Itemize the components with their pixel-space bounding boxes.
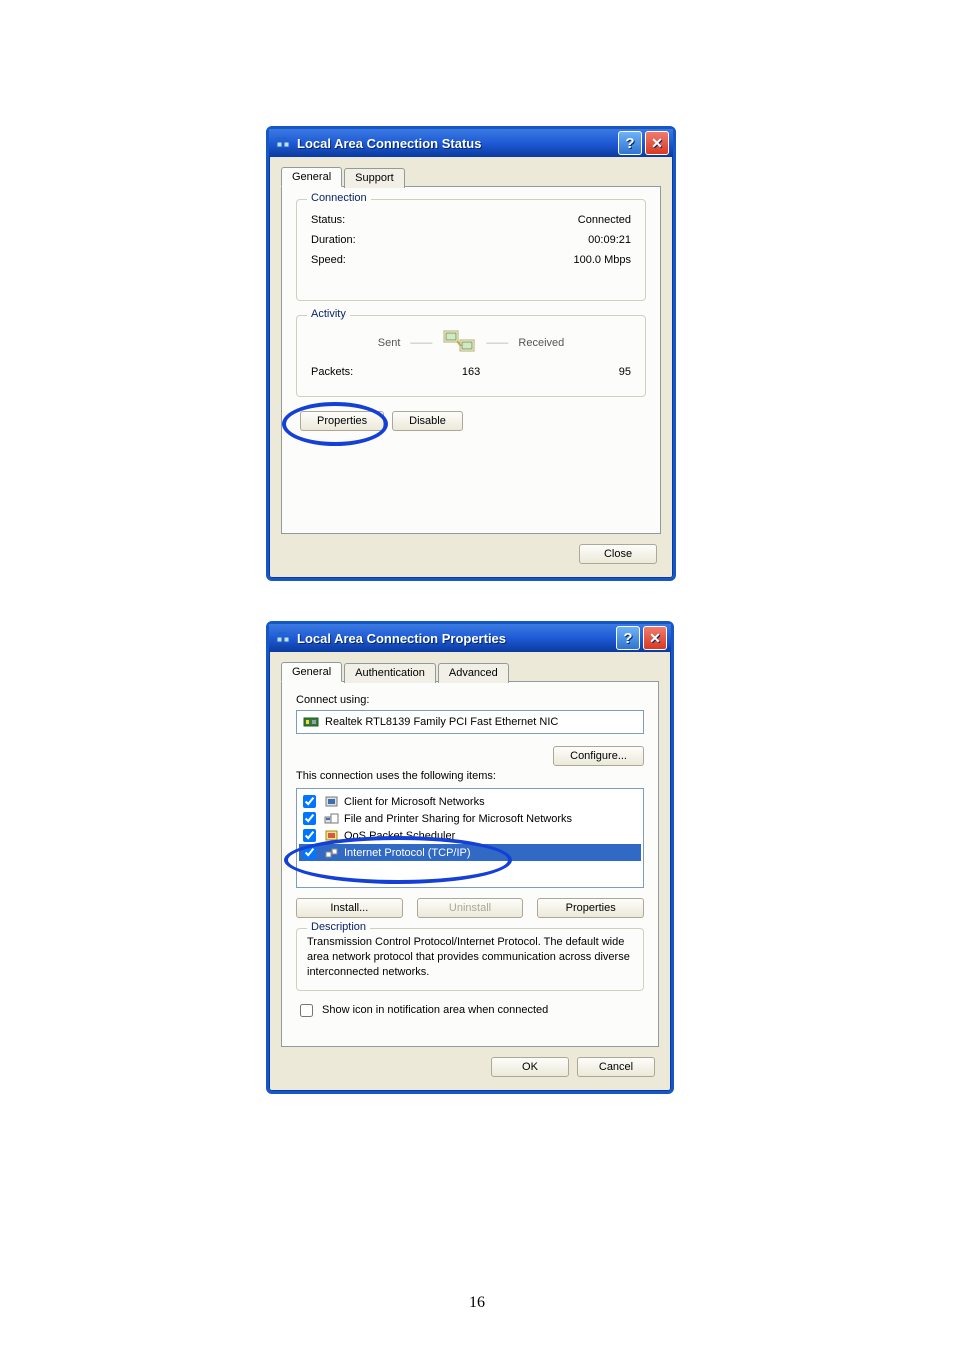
show-icon-checkbox[interactable]: [300, 1004, 313, 1017]
properties-dialog: Local Area Connection Properties ? ✕ Gen…: [266, 621, 674, 1094]
qos-icon: [323, 828, 339, 843]
status-value: Connected: [578, 214, 631, 226]
disable-button[interactable]: Disable: [392, 411, 463, 431]
item-label: QoS Packet Scheduler: [344, 830, 455, 842]
item-properties-button[interactable]: Properties: [537, 898, 644, 918]
cancel-button[interactable]: Cancel: [577, 1057, 655, 1077]
item-label: Client for Microsoft Networks: [344, 796, 485, 808]
description-group: Description Transmission Control Protoco…: [296, 928, 644, 991]
dash-left-icon: ——: [410, 337, 432, 349]
connection-icon: [275, 630, 291, 646]
list-item: File and Printer Sharing for Microsoft N…: [299, 810, 641, 827]
help-button[interactable]: ?: [616, 626, 640, 650]
uninstall-button: Uninstall: [417, 898, 524, 918]
connection-icon: [275, 135, 291, 151]
client-icon: [323, 794, 339, 809]
adapter-name: Realtek RTL8139 Family PCI Fast Ethernet…: [325, 716, 558, 728]
status-title: Local Area Connection Status: [297, 136, 481, 151]
item-label: File and Printer Sharing for Microsoft N…: [344, 813, 572, 825]
description-text: Transmission Control Protocol/Internet P…: [307, 935, 633, 980]
item-checkbox[interactable]: [303, 829, 316, 842]
speed-label: Speed:: [311, 254, 346, 266]
tab-support[interactable]: Support: [344, 168, 405, 188]
nic-icon: [303, 715, 319, 729]
ok-button[interactable]: OK: [491, 1057, 569, 1077]
list-item: Internet Protocol (TCP/IP): [299, 844, 641, 861]
packets-sent-value: 163: [418, 366, 525, 378]
list-item: Client for Microsoft Networks: [299, 793, 641, 810]
configure-button[interactable]: Configure...: [553, 746, 644, 766]
list-item: QoS Packet Scheduler: [299, 827, 641, 844]
items-label: This connection uses the following items…: [296, 770, 644, 782]
properties-button[interactable]: Properties: [300, 411, 384, 431]
connection-legend: Connection: [307, 192, 371, 204]
install-button[interactable]: Install...: [296, 898, 403, 918]
tab-advanced[interactable]: Advanced: [438, 663, 509, 683]
close-x-button[interactable]: ✕: [643, 626, 667, 650]
close-button[interactable]: Close: [579, 544, 657, 564]
help-button[interactable]: ?: [618, 131, 642, 155]
activity-group: Activity Sent —— —— Received Packets: 16…: [296, 315, 646, 397]
sent-label: Sent: [378, 337, 401, 349]
tab-general[interactable]: General: [281, 167, 342, 187]
page-number: 16: [0, 1294, 954, 1312]
item-checkbox[interactable]: [303, 846, 316, 859]
status-dialog: Local Area Connection Status ? ✕ General…: [266, 126, 676, 581]
status-tabstrip: General Support: [281, 167, 661, 187]
packets-received-value: 95: [524, 366, 631, 378]
received-label: Received: [518, 337, 564, 349]
status-titlebar[interactable]: Local Area Connection Status ? ✕: [269, 129, 673, 157]
connection-group: Connection Status:Connected Duration:00:…: [296, 199, 646, 301]
duration-label: Duration:: [311, 234, 356, 246]
properties-titlebar[interactable]: Local Area Connection Properties ? ✕: [269, 624, 671, 652]
activity-legend: Activity: [307, 308, 350, 320]
close-x-button[interactable]: ✕: [645, 131, 669, 155]
activity-computers-icon: [442, 328, 476, 358]
dash-right-icon: ——: [486, 337, 508, 349]
adapter-field[interactable]: Realtek RTL8139 Family PCI Fast Ethernet…: [296, 710, 644, 734]
description-legend: Description: [307, 921, 370, 933]
connect-using-label: Connect using:: [296, 694, 644, 706]
tcpip-icon: [323, 845, 339, 860]
item-label: Internet Protocol (TCP/IP): [344, 847, 471, 859]
tab-general[interactable]: General: [281, 662, 342, 682]
status-label: Status:: [311, 214, 345, 226]
item-checkbox[interactable]: [303, 795, 316, 808]
show-icon-label: Show icon in notification area when conn…: [322, 1004, 548, 1016]
item-checkbox[interactable]: [303, 812, 316, 825]
items-listbox[interactable]: Client for Microsoft Networks File and P…: [296, 788, 644, 888]
properties-title: Local Area Connection Properties: [297, 631, 506, 646]
file-printer-icon: [323, 811, 339, 826]
properties-tabstrip: General Authentication Advanced: [281, 662, 659, 682]
tab-authentication[interactable]: Authentication: [344, 663, 436, 683]
packets-label: Packets:: [311, 366, 418, 378]
duration-value: 00:09:21: [588, 234, 631, 246]
speed-value: 100.0 Mbps: [574, 254, 631, 266]
